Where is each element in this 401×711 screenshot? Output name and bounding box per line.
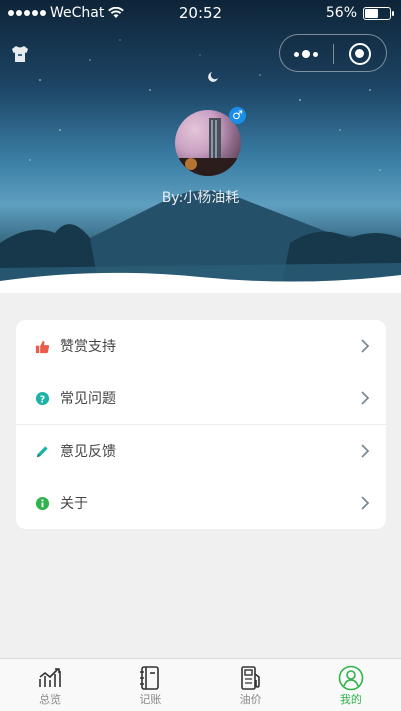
tab-label: 总览 xyxy=(39,693,62,706)
tab-oil-price[interactable]: 油价 xyxy=(201,659,301,711)
capsule-divider xyxy=(333,44,334,64)
status-bar: WeChat 20:52 56% xyxy=(0,0,401,28)
menu-item-faq[interactable]: ? 常见问题 xyxy=(16,372,386,424)
tab-mine[interactable]: 我的 xyxy=(301,659,401,711)
user-icon xyxy=(338,665,364,691)
settings-menu-card: 赞赏支持 ? 常见问题 意见反馈 关于 xyxy=(16,320,386,529)
gender-male-icon: ♂ xyxy=(229,107,246,124)
tab-label: 我的 xyxy=(339,693,362,706)
close-target-icon[interactable] xyxy=(349,43,371,65)
bottom-tab-bar: 总览 记账 油价 我的 xyxy=(0,658,401,711)
more-icon[interactable] xyxy=(294,47,324,61)
mini-program-capsule xyxy=(279,34,387,72)
notebook-icon xyxy=(140,666,160,690)
menu-label-feedback: 意见反馈 xyxy=(60,444,116,460)
menu-label-faq: 常见问题 xyxy=(60,391,116,407)
menu-label-about: 关于 xyxy=(60,496,88,512)
pencil-icon xyxy=(36,446,48,458)
svg-text:?: ? xyxy=(40,394,45,405)
header-wave xyxy=(0,272,401,293)
tab-bookkeeping[interactable]: 记账 xyxy=(100,659,200,711)
fuel-pump-icon xyxy=(240,666,260,690)
thumbs-up-icon xyxy=(35,340,50,354)
menu-item-reward[interactable]: 赞赏支持 xyxy=(16,320,386,372)
battery-percent: 56% xyxy=(325,5,357,21)
info-icon xyxy=(35,496,50,511)
menu-item-feedback[interactable]: 意见反馈 xyxy=(16,425,386,477)
battery-icon xyxy=(363,6,394,20)
chevron-right-icon xyxy=(361,444,370,458)
shirt-icon[interactable] xyxy=(10,44,30,64)
tab-overview[interactable]: 总览 xyxy=(0,659,100,711)
menu-item-about[interactable]: 关于 xyxy=(16,477,386,529)
tab-label: 记账 xyxy=(139,693,162,706)
question-icon: ? xyxy=(35,391,50,405)
nickname: By:小杨油耗 xyxy=(161,190,240,206)
tab-label: 油价 xyxy=(239,693,262,706)
chart-icon xyxy=(39,668,61,687)
chevron-right-icon xyxy=(361,496,370,510)
chevron-right-icon xyxy=(361,391,370,405)
menu-label-reward: 赞赏支持 xyxy=(60,339,116,355)
chevron-right-icon xyxy=(361,339,370,353)
